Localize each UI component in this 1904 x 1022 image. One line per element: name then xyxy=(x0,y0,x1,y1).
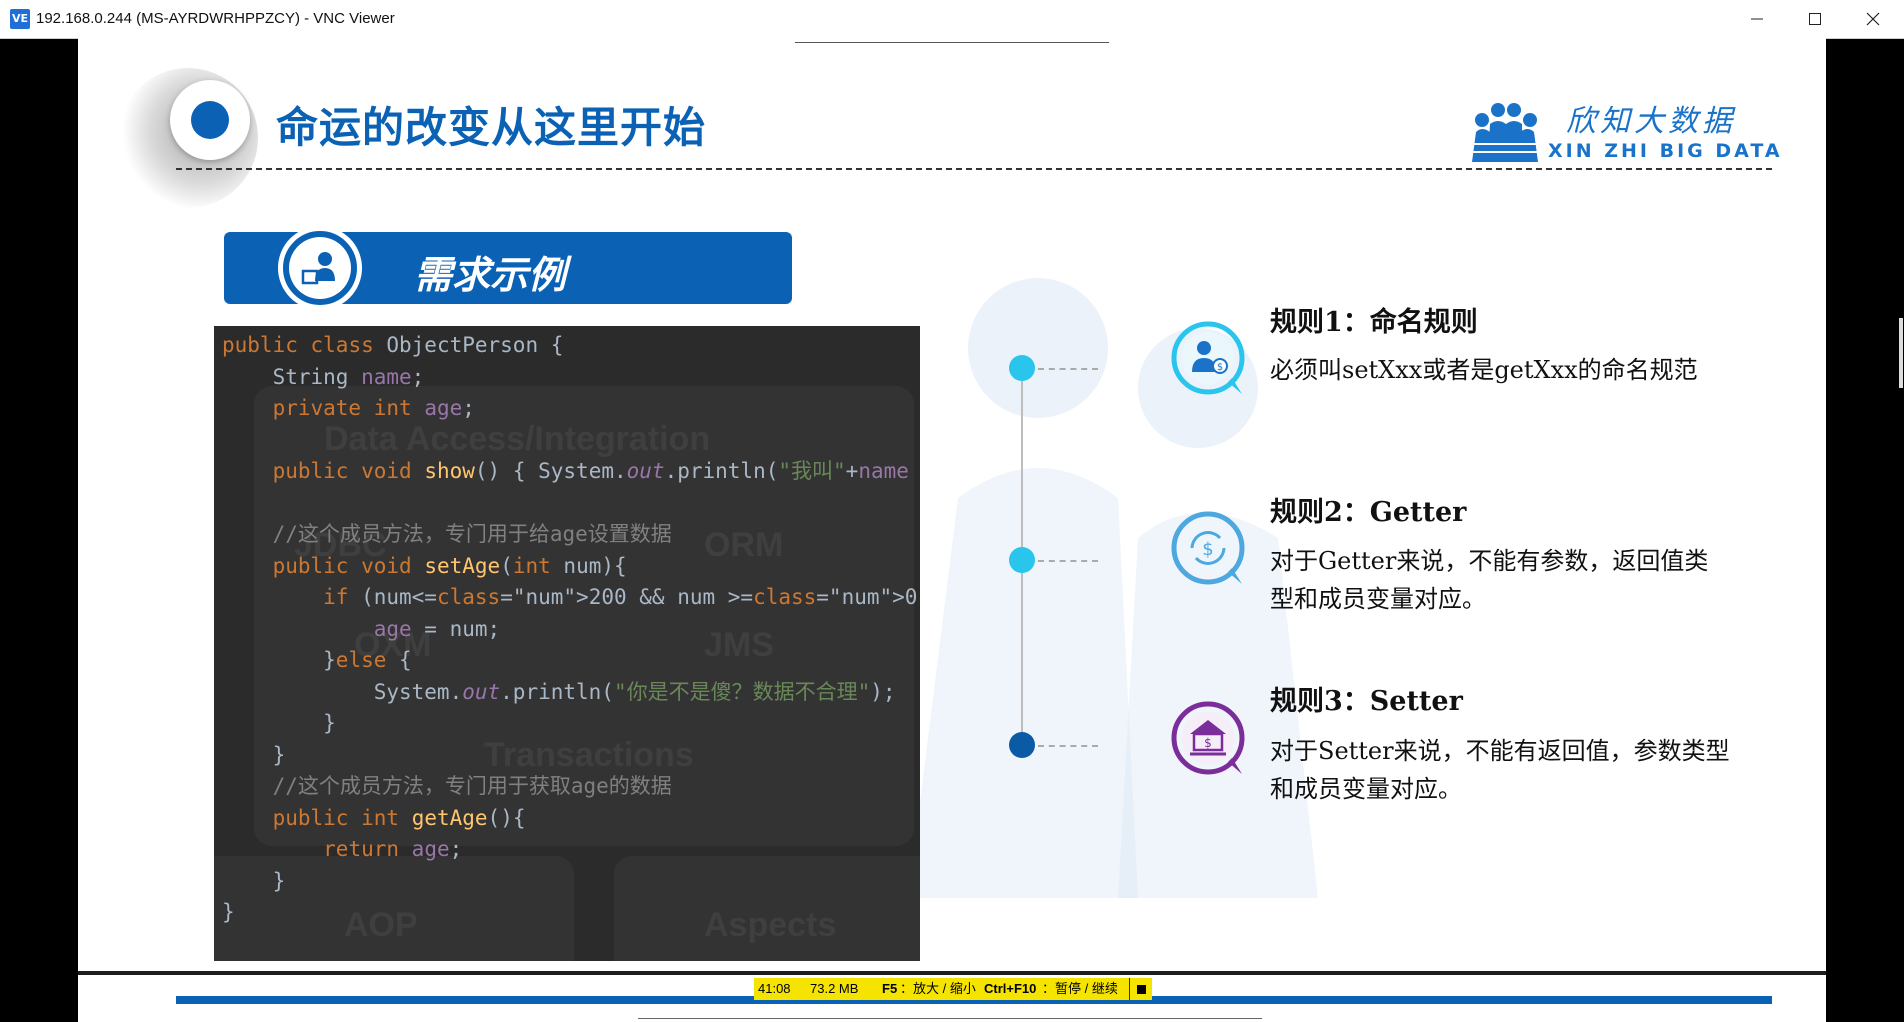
rule-3-description: 对于Setter来说，不能有返回值，参数类型和成员变量对应。 xyxy=(1270,737,1730,803)
dollar-refresh-icon: $ xyxy=(1171,511,1245,585)
title-bullet xyxy=(170,80,250,160)
window-titlebar: VE 192.168.0.244 (MS-AYRDWRHPPZCY) - VNC… xyxy=(0,0,1904,39)
recorder-status-bar: 41:08 73.2 MB F5 ：放大 / 缩小 Ctrl+F10 ：暂停 /… xyxy=(754,978,1152,1000)
section-banner: 需求示例 xyxy=(224,226,792,310)
rule-3-title: 规则3：Setter xyxy=(1270,686,1463,717)
rule-2-description: 对于Getter来说，不能有参数，返回值类型和成员变量对应。 xyxy=(1270,547,1709,613)
close-button[interactable] xyxy=(1844,0,1902,38)
code-line: } xyxy=(222,711,336,735)
maximize-button[interactable] xyxy=(1786,0,1844,38)
timeline-dot-3 xyxy=(1009,732,1035,758)
rule-1-description: 必须叫setXxx或者是getXxx的命名规范 xyxy=(1270,356,1698,384)
title-divider xyxy=(176,168,1772,170)
section-icon-ring xyxy=(278,226,362,310)
timeline-dash-3 xyxy=(1038,745,1098,747)
hotkey-zoom-desc: ：放大 / 缩小 xyxy=(900,981,976,996)
code-line: public void setAge(int num){ xyxy=(272,553,627,578)
code-line: } xyxy=(222,900,235,924)
code-line: public void show() { System.out.println(… xyxy=(272,459,909,483)
timeline-dash-1 xyxy=(1038,368,1098,370)
hotkey-zoom-label: F5 xyxy=(882,981,898,996)
code-line: public class ObjectPerson { xyxy=(222,333,564,357)
rule-2-title: 规则2：Getter xyxy=(1270,497,1467,528)
rule-1-title: 规则1：命名规则 xyxy=(1270,307,1478,338)
person-money-icon: $ xyxy=(1171,321,1245,395)
recording-size: 73.2 MB xyxy=(810,981,859,996)
code-line: System.out.println("你是不是傻？数据不合理"); xyxy=(222,679,896,704)
slide-title: 命运的改变从这里开始 xyxy=(276,103,707,152)
section-title: 需求示例 xyxy=(414,253,567,297)
code-line: } xyxy=(222,742,286,767)
code-line: age = num; xyxy=(373,616,501,641)
code-line: }else { xyxy=(222,648,412,672)
code-line: public int getAge(){ xyxy=(272,805,526,830)
hotkey-pause-desc: ：暂停 / 继续 xyxy=(1042,981,1118,996)
code-editor-panel: Data Access/Integration JDBC ORM OXM JMS… xyxy=(214,326,920,961)
code-line: //这个成员方法，专门用于获取age的数据 xyxy=(222,774,672,798)
code-line: return age; xyxy=(323,837,463,861)
remote-screen-slide[interactable]: 命运的改变从这里开始 欣知大数据 XIN ZHI BIG DATA 需求示例 D… xyxy=(78,38,1826,1022)
slide-top-edge xyxy=(795,38,1109,43)
recording-time: 41:08 xyxy=(758,981,791,996)
vnc-viewer-app-icon: VE xyxy=(10,9,30,29)
bank-dollar-icon: $ xyxy=(1171,701,1245,775)
code-line: private int age; xyxy=(272,396,475,420)
slide-bottom-stub xyxy=(638,1018,1262,1022)
section-icon-inner xyxy=(289,237,351,299)
code-text: public class ObjectPerson { String name;… xyxy=(222,330,920,929)
close-icon xyxy=(1866,12,1880,26)
maximize-icon xyxy=(1809,13,1821,25)
minimize-icon xyxy=(1751,18,1763,20)
title-bullet-dot xyxy=(191,101,229,139)
svg-text:$: $ xyxy=(1202,539,1213,560)
code-line: } xyxy=(222,868,286,893)
stop-recording-button[interactable] xyxy=(1129,978,1152,1000)
svg-text:$: $ xyxy=(1204,736,1212,750)
minimize-button[interactable] xyxy=(1728,0,1786,38)
timeline-dot-1 xyxy=(1009,355,1035,381)
slide-bottom-border xyxy=(78,971,1826,975)
svg-text:$: $ xyxy=(1217,362,1223,373)
stop-icon xyxy=(1136,984,1146,994)
code-line: String name; xyxy=(222,364,425,389)
logo-people-icon xyxy=(1470,103,1540,162)
code-line: //这个成员方法，专门用于给age设置数据 xyxy=(222,522,672,546)
timeline-dash-2 xyxy=(1038,560,1098,562)
user-presentation-icon xyxy=(301,252,335,285)
xinzhi-logo: 欣知大数据 XIN ZHI BIG DATA xyxy=(1468,92,1788,202)
scroll-handle[interactable] xyxy=(1899,318,1903,388)
code-line: if (num<=class="num">200 && num >=class=… xyxy=(323,585,920,609)
logo-chinese-text: 欣知大数据 xyxy=(1566,104,1736,139)
logo-english-text: XIN ZHI BIG DATA xyxy=(1548,140,1783,162)
timeline-dot-2 xyxy=(1009,547,1035,573)
hotkey-pause-label: Ctrl+F10 xyxy=(984,981,1037,996)
window-title: 192.168.0.244 (MS-AYRDWRHPPZCY) - VNC Vi… xyxy=(36,10,395,27)
